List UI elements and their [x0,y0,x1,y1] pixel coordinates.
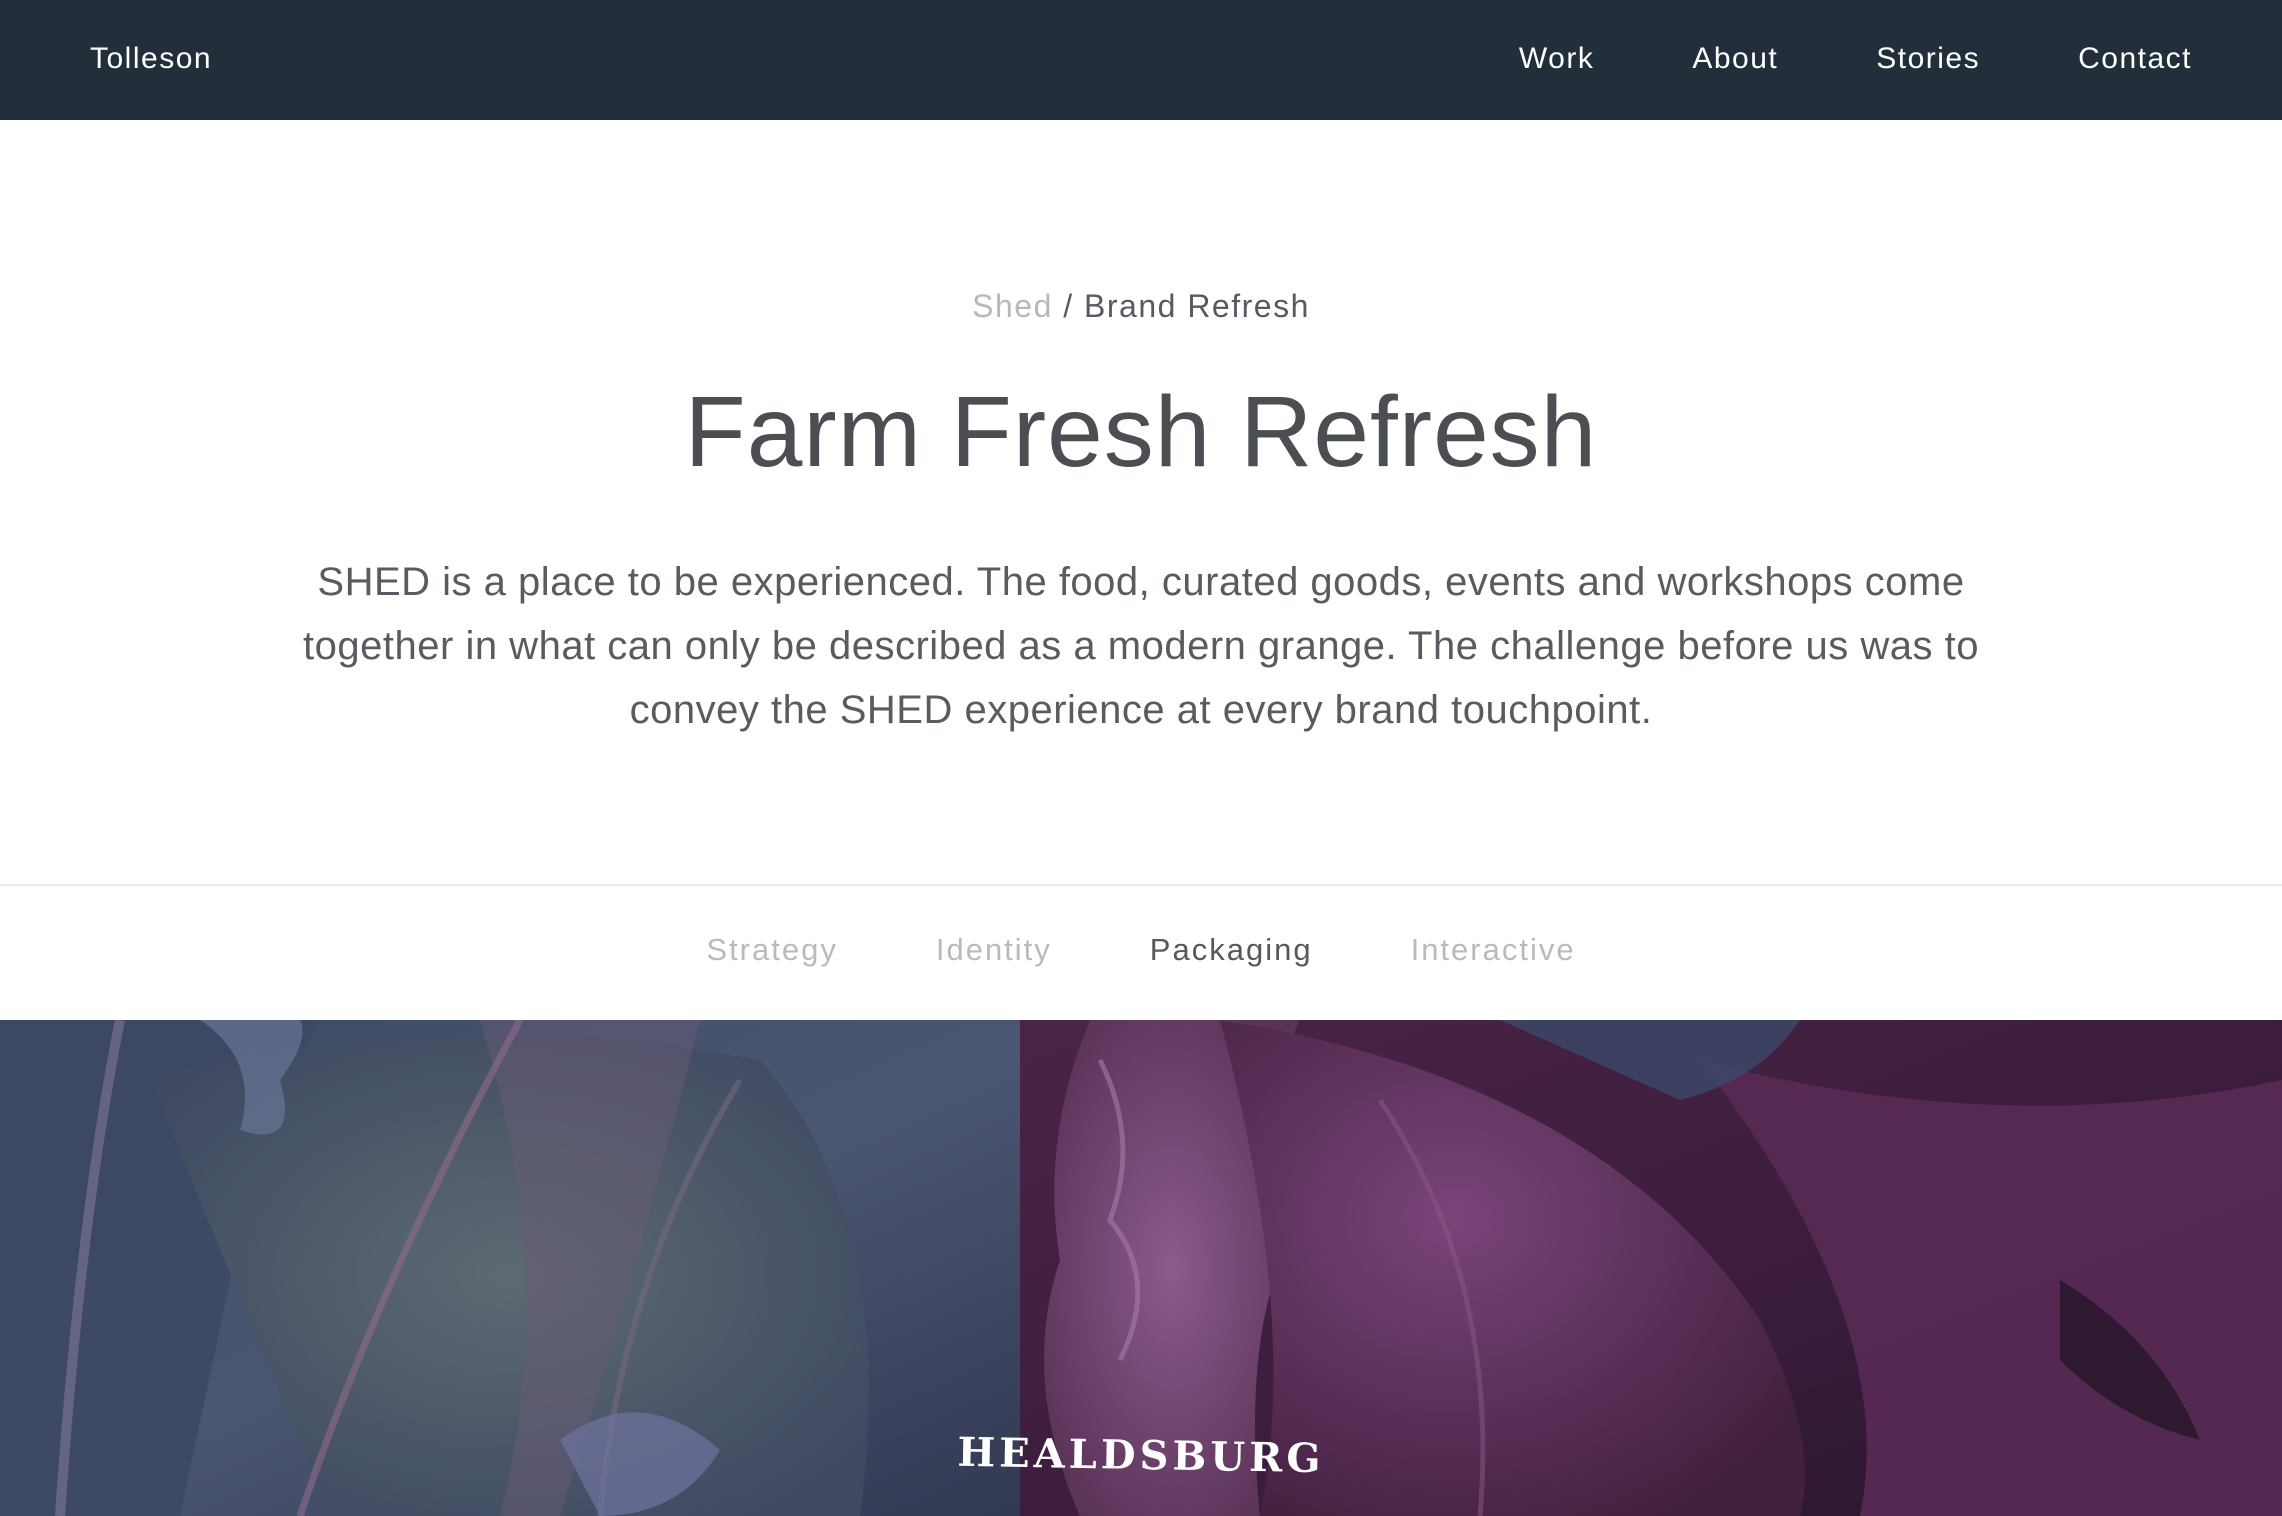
breadcrumb-separator: / [1063,288,1074,324]
tab-packaging[interactable]: Packaging [1150,930,1313,970]
brand-logo-link[interactable]: Tolleson [90,39,212,79]
nav-link-stories[interactable]: Stories [1876,39,1980,79]
main-nav: Work About Stories Contact [1519,39,2192,79]
breadcrumb-current: Brand Refresh [1084,288,1310,324]
nav-link-about[interactable]: About [1692,39,1778,79]
tab-identity[interactable]: Identity [936,930,1052,970]
hero-image: HEALDSBURG [0,1020,2282,1516]
tab-interactive[interactable]: Interactive [1411,930,1576,970]
section-tab-bar: Strategy Identity Packaging Interactive [0,884,2282,1020]
top-navbar: Tolleson Work About Stories Contact [0,0,2282,120]
page-title: Farm Fresh Refresh [684,376,1598,488]
intro-paragraph: SHED is a place to be experienced. The f… [303,560,1979,732]
section-tabs: Strategy Identity Packaging Interactive [0,930,2282,970]
nav-link-contact[interactable]: Contact [2078,39,2192,79]
nav-link-work[interactable]: Work [1519,39,1594,79]
breadcrumb: Shed / Brand Refresh [0,286,2282,326]
tab-strategy[interactable]: Strategy [706,930,837,970]
breadcrumb-parent-link[interactable]: Shed [972,288,1053,324]
